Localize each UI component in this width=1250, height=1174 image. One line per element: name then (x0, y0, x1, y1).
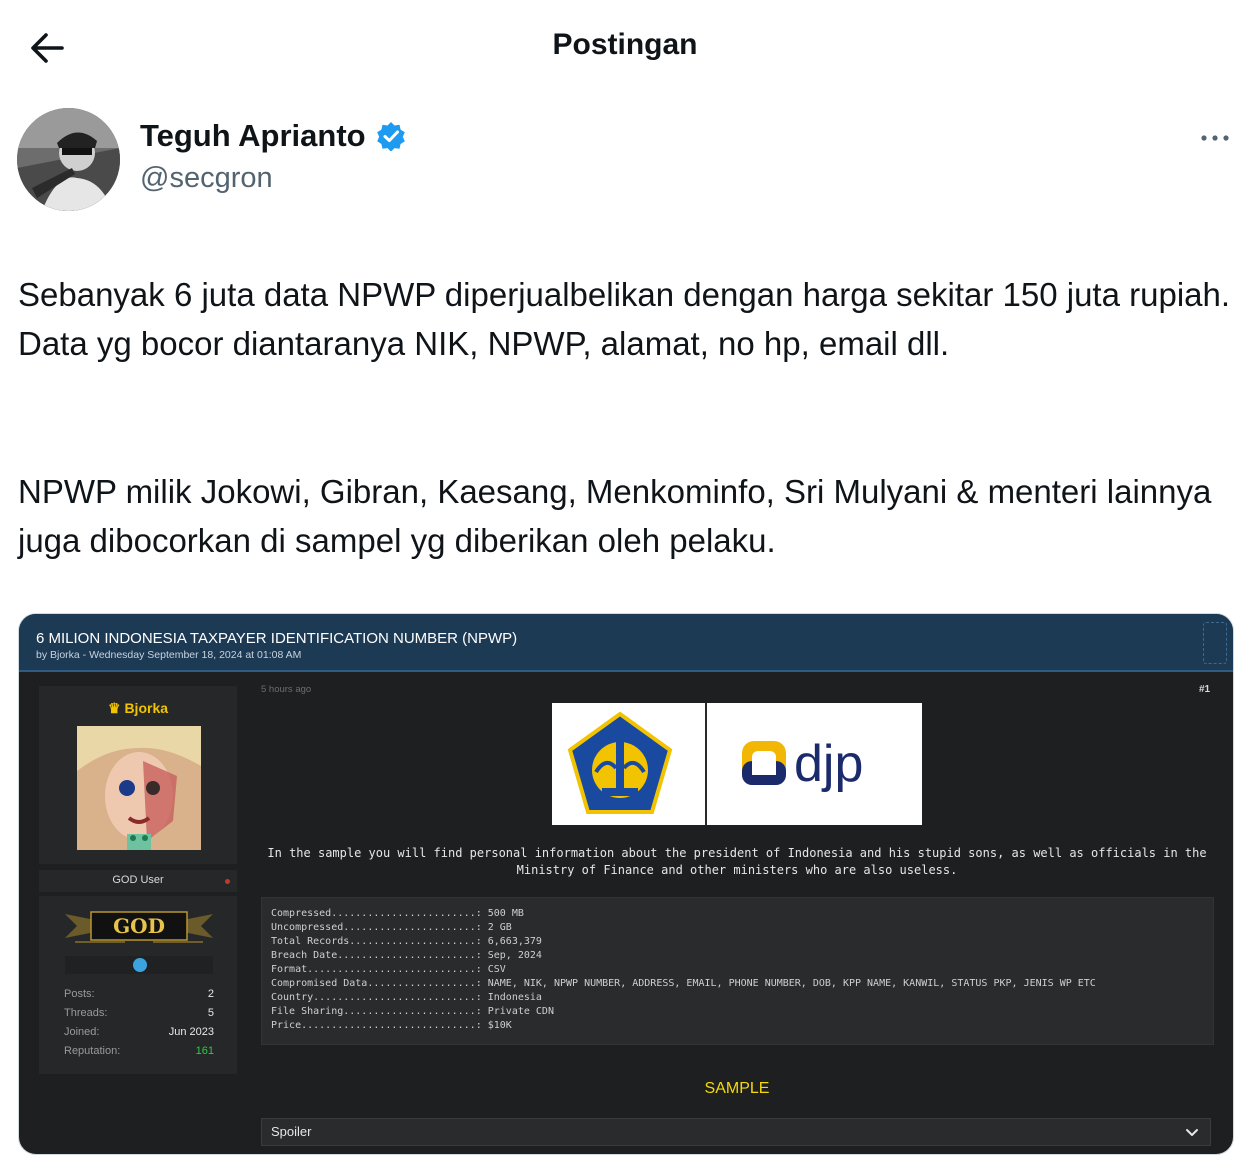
author-name[interactable]: Teguh Aprianto (140, 118, 406, 154)
author-handle[interactable]: @secgron (140, 162, 273, 195)
telegram-icon[interactable] (133, 958, 147, 972)
tweet-text-paragraph-2: NPWP milik Jokowi, Gibran, Kaesang, Menk… (18, 473, 1212, 559)
detail-row: Price.............................: $10K (271, 1020, 512, 1031)
contact-row (65, 956, 213, 974)
user-avatar-image (77, 726, 201, 850)
stat-value: Jun 2023 (168, 1026, 214, 1038)
ministry-emblem-logo (567, 712, 673, 814)
stat-label: Threads: (64, 1007, 108, 1019)
avatar-photo (17, 108, 120, 211)
top-bar: Postingan (0, 0, 1250, 100)
logos-banner: djp (552, 703, 922, 825)
stat-label: Reputation: (64, 1045, 121, 1057)
header-scroll-control (1203, 622, 1227, 664)
stat-value: 5 (207, 1007, 214, 1019)
detail-row: Compressed........................: 500 … (271, 908, 524, 919)
user-role-bar: GOD User (39, 870, 237, 892)
djp-logo: djp (742, 735, 863, 793)
crown-icon: ♛ (107, 700, 121, 716)
forum-username: ♛ Bjorka (39, 700, 237, 717)
stat-value: 2 (207, 988, 214, 1000)
stat-label: Joined: (64, 1026, 100, 1038)
detail-row: Format............................: CSV (271, 964, 506, 975)
djp-logo-text: djp (794, 735, 863, 793)
stat-value: 161 (195, 1045, 214, 1057)
detail-row: Total Records.....................: 6,66… (271, 936, 542, 947)
detail-row: Country...........................: Indo… (271, 992, 542, 1003)
attached-image[interactable]: 6 MILION INDONESIA TAXPAYER IDENTIFICATI… (18, 613, 1234, 1155)
detail-row: File Sharing......................: Priv… (271, 1006, 554, 1017)
user-stats-card: GOD Posts: 2 Threads: 5 Joined: Jun 2023… (39, 896, 237, 1074)
detail-row: Uncompressed......................: 2 GB (271, 922, 512, 933)
spoiler-toggle[interactable]: Spoiler (261, 1118, 1211, 1146)
user-role: GOD User (112, 874, 164, 886)
god-rank-badge: GOD (65, 911, 213, 943)
stat-label: Posts: (64, 988, 95, 1000)
more-options-icon[interactable] (1198, 126, 1232, 150)
thread-title: 6 MILION INDONESIA TAXPAYER IDENTIFICATI… (36, 630, 518, 647)
detail-row: Breach Date.......................: Sep,… (271, 950, 542, 961)
detail-row: Compromised Data..................: NAME… (271, 978, 1096, 989)
verified-badge-icon (376, 122, 405, 151)
page-title: Postingan (552, 28, 698, 61)
avatar[interactable] (17, 108, 120, 211)
chevron-down-icon (1186, 1129, 1198, 1136)
thread-subtitle: by Bjorka - Wednesday September 18, 2024… (36, 649, 302, 661)
spoiler-label: Spoiler (271, 1124, 312, 1139)
user-profile-card: ♛ Bjorka (39, 686, 237, 864)
post-intro-text: In the sample you will find personal inf… (267, 846, 1207, 877)
post-timestamp: 5 hours ago (261, 684, 312, 695)
sample-heading: SAMPLE (704, 1080, 770, 1097)
god-badge-text: GOD (113, 914, 165, 938)
author-name-text[interactable]: Teguh Aprianto (140, 118, 366, 154)
forum-thread-header: 6 MILION INDONESIA TAXPAYER IDENTIFICATI… (19, 614, 1233, 672)
status-dot (225, 879, 230, 884)
tweet-text-paragraph-1: Sebanyak 6 juta data NPWP diperjualbelik… (18, 276, 1240, 362)
forum-username-text: Bjorka (124, 700, 169, 716)
post-number: #1 (1199, 684, 1211, 695)
logo-divider (705, 703, 707, 825)
leak-details-box: Compressed........................: 500 … (261, 897, 1214, 1045)
